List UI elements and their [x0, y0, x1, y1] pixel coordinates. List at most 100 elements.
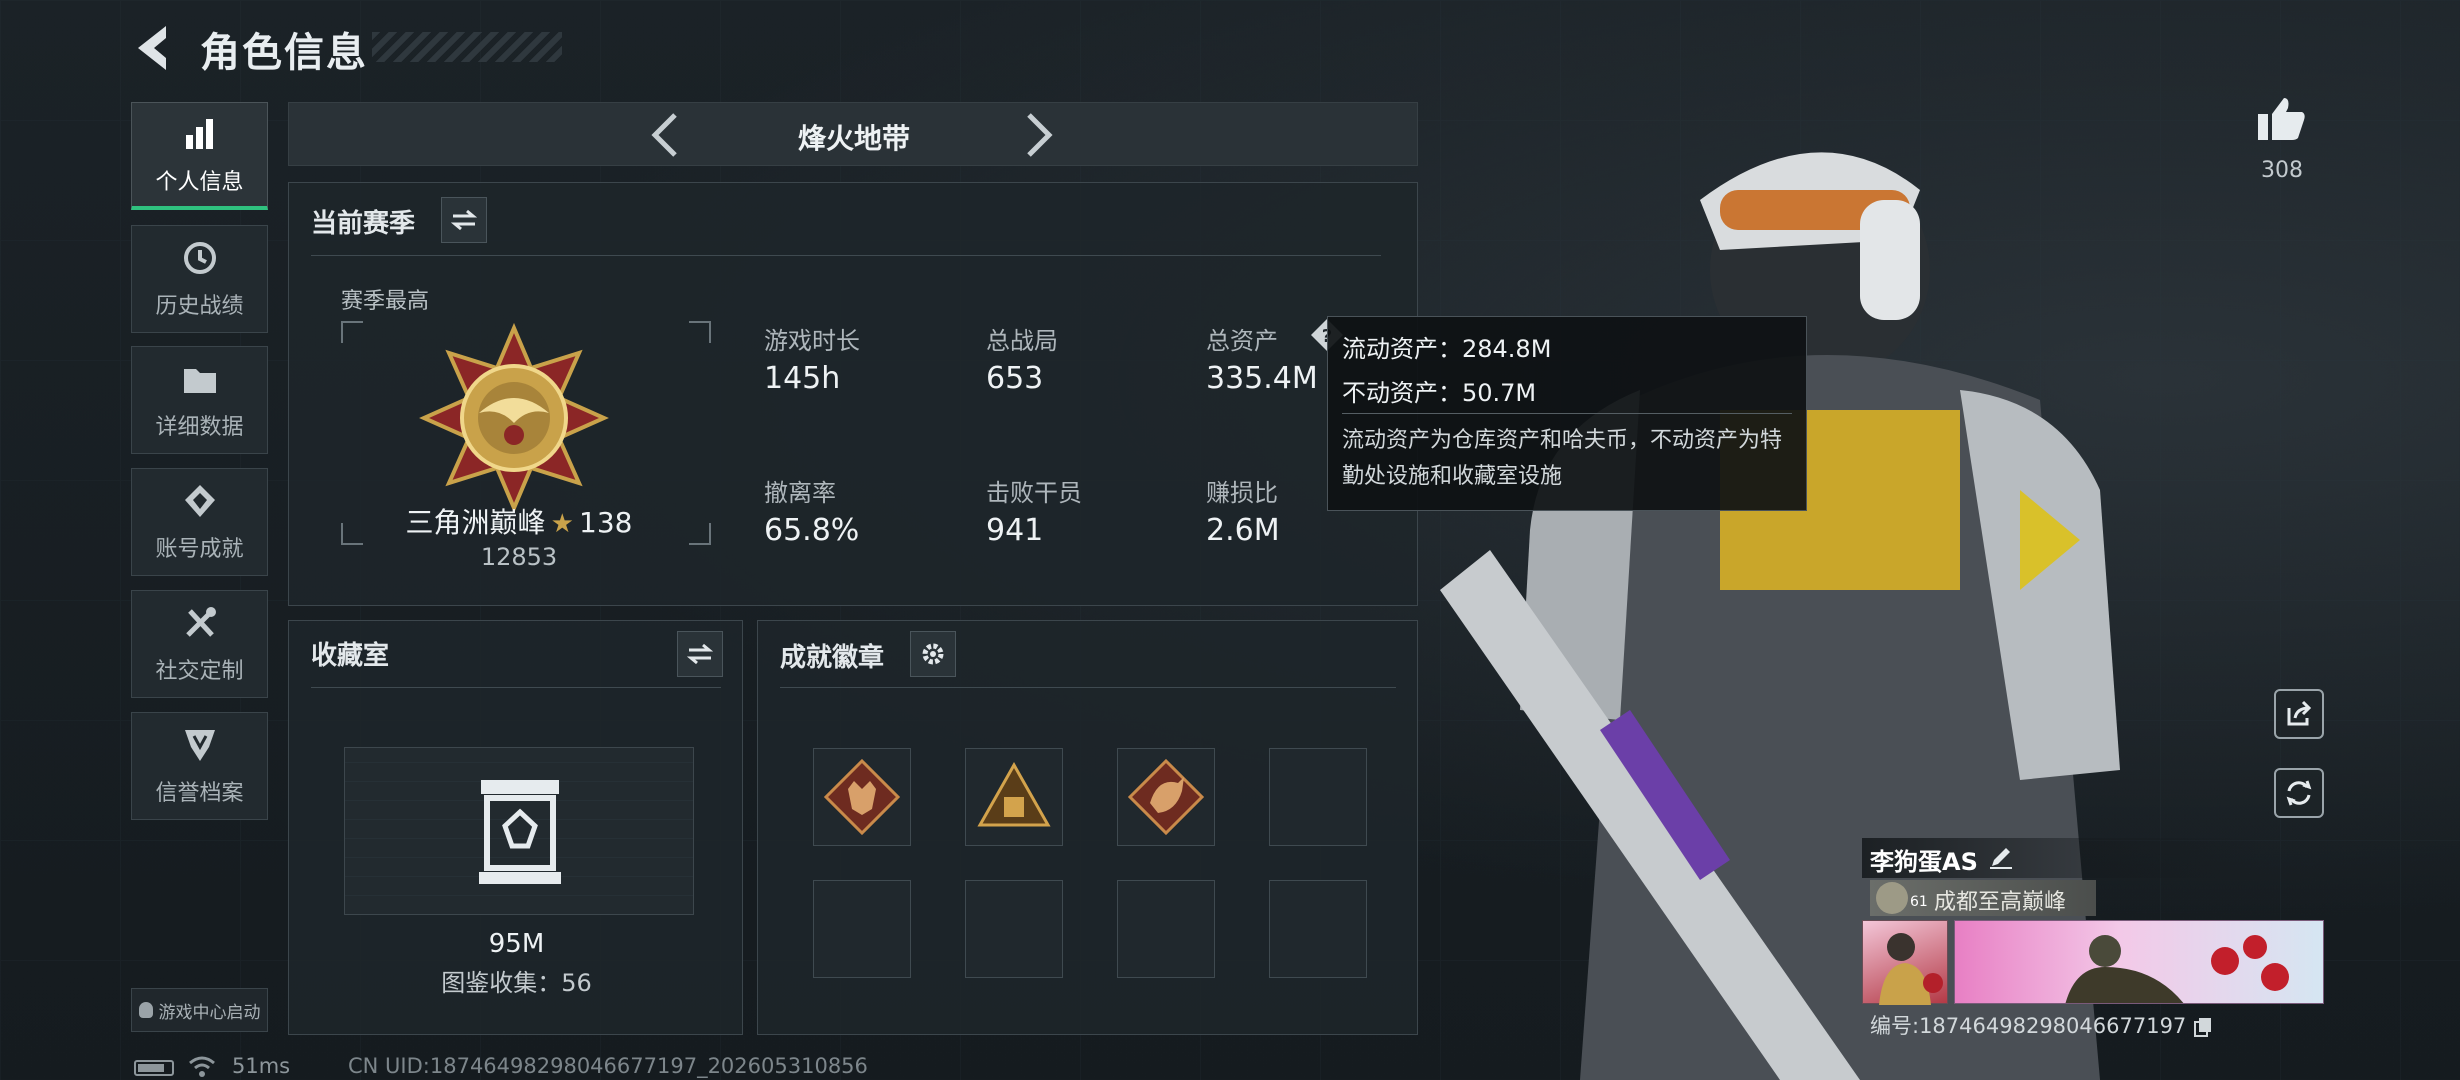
- vault-icon: [479, 780, 561, 884]
- sidebar-item-detailed-data[interactable]: 详细数据: [131, 346, 268, 454]
- stat-label-profit-ratio: 赚损比: [1206, 479, 1278, 507]
- chevron-right-icon: [1027, 113, 1053, 157]
- wifi-icon: [189, 1056, 215, 1077]
- player-name: 李狗蛋AS: [1870, 848, 1978, 876]
- sidebar-item-social[interactable]: 社交定制: [131, 590, 268, 698]
- achievement-panel: 成就徽章: [757, 620, 1418, 1035]
- collection-title: 收藏室: [311, 641, 390, 671]
- thumbs-up-icon: [2258, 98, 2305, 140]
- dragon-badge-icon: [1128, 759, 1204, 835]
- edit-name-icon[interactable]: [1988, 844, 2014, 870]
- player-id-text: 编号:18746498298046677197: [1870, 1014, 2187, 1038]
- frame-corner: [341, 321, 363, 343]
- bar-chart-icon: [180, 114, 220, 154]
- sidebar-item-credit[interactable]: 信誉档案: [131, 712, 268, 820]
- mode-switcher: 烽火地带: [288, 102, 1418, 166]
- stat-value-kills: 941: [986, 513, 1044, 548]
- gear-icon: [922, 643, 944, 665]
- frame-corner: [341, 523, 363, 545]
- folder-icon: [180, 359, 220, 399]
- mode-label: 烽火地带: [797, 122, 910, 155]
- rank-stars: 138: [579, 506, 633, 539]
- like-count: 308: [2261, 158, 2303, 183]
- swap-icon: [451, 209, 477, 231]
- credit-shield-icon: [180, 725, 220, 765]
- star-icon: ★: [550, 509, 574, 539]
- sidebar-item-label: 账号成就: [155, 537, 244, 562]
- ping-value: 51ms: [232, 1054, 291, 1078]
- uid-text: CN UID:18746498298046677197_202605310856: [348, 1054, 868, 1078]
- sidebar-item-label: 信誉档案: [155, 781, 244, 806]
- tools-icon: [180, 603, 220, 643]
- page-title: 角色信息: [200, 30, 368, 76]
- pyramid-badge-icon: [977, 761, 1051, 827]
- season-best-label: 赛季最高: [341, 289, 430, 314]
- back-arrow-icon: [138, 26, 166, 70]
- tooltip-fixed-assets: 不动资产：50.7M: [1342, 379, 1537, 407]
- title-decoration: [372, 32, 562, 62]
- badge-slot[interactable]: [965, 748, 1063, 846]
- season-switch-button[interactable]: [441, 197, 487, 243]
- frame-corner: [689, 523, 711, 545]
- season-title: 当前赛季: [311, 209, 416, 239]
- player-avatar[interactable]: [1862, 920, 1948, 1005]
- empty-badge-slot[interactable]: [965, 880, 1063, 978]
- player-title-bar: 61 成都至高巅峰: [1870, 880, 2096, 916]
- badge-slot[interactable]: [813, 748, 911, 846]
- collection-panel: 收藏室 95M 图鉴收集：56: [288, 620, 743, 1035]
- wolf-badge-icon: [824, 759, 900, 835]
- sidebar-item-history[interactable]: 历史战绩: [131, 225, 268, 333]
- collection-switch-button[interactable]: [677, 631, 723, 677]
- rank-line: 三角洲巅峰 ★ 138: [399, 501, 639, 541]
- refresh-icon: [2286, 780, 2312, 806]
- achievement-title: 成就徽章: [780, 643, 885, 673]
- sidebar-item-label: 社交定制: [155, 659, 244, 684]
- stat-label-extract-rate: 撤离率: [764, 479, 836, 507]
- sidebar-item-label: 历史战绩: [155, 294, 244, 319]
- copy-icon[interactable]: [2193, 1016, 2213, 1038]
- player-name-row: 李狗蛋AS: [1862, 838, 2262, 878]
- level-badge-icon: [1876, 882, 1908, 914]
- refresh-button[interactable]: [2274, 768, 2324, 818]
- stat-label-playtime: 游戏时长: [764, 327, 860, 355]
- season-panel: 当前赛季 赛季最高 三角洲巅峰 ★ 138 12853 游戏时长 145h 总战…: [288, 182, 1418, 606]
- sidebar-item-label: 详细数据: [155, 415, 244, 440]
- badge-slot[interactable]: [1117, 748, 1215, 846]
- divider: [780, 687, 1396, 688]
- qq-icon: [138, 1002, 153, 1018]
- stat-value-matches: 653: [986, 361, 1044, 396]
- assets-tooltip: 流动资产：284.8M 不动资产：50.7M 流动资产为仓库资产和哈夫币，不动资…: [1327, 316, 1807, 511]
- collection-room-preview[interactable]: [344, 747, 694, 915]
- rank-emblem-icon: [419, 322, 609, 517]
- prev-mode-button[interactable]: [649, 111, 681, 163]
- share-button[interactable]: [2274, 689, 2324, 739]
- divider: [311, 255, 1381, 256]
- achievement-settings-button[interactable]: [910, 631, 956, 677]
- empty-badge-slot[interactable]: [1269, 748, 1367, 846]
- rank-score: 12853: [480, 543, 558, 571]
- swap-icon: [687, 643, 713, 665]
- stat-label-kills: 击败干员: [986, 479, 1082, 507]
- achievement-icon: [180, 481, 220, 521]
- next-mode-button[interactable]: [1023, 111, 1055, 163]
- collection-catalog: 图鉴收集：56: [441, 969, 592, 997]
- battery-icon: [134, 1060, 174, 1076]
- empty-badge-slot[interactable]: [813, 880, 911, 978]
- empty-badge-slot[interactable]: [1269, 880, 1367, 978]
- divider: [311, 687, 721, 688]
- back-button[interactable]: [130, 22, 178, 74]
- stat-label-total-assets: 总资产: [1206, 327, 1278, 355]
- frame-corner: [689, 321, 711, 343]
- divider: [1342, 413, 1792, 414]
- sidebar-item-label: 个人信息: [155, 169, 244, 195]
- game-center-button[interactable]: 游戏中心启动: [131, 988, 268, 1032]
- like-button[interactable]: [2256, 96, 2306, 146]
- banner-figure: [2065, 935, 2289, 1003]
- empty-badge-slot[interactable]: [1117, 880, 1215, 978]
- game-center-label: 游戏中心启动: [158, 1002, 261, 1023]
- history-icon: [180, 238, 220, 278]
- stat-value-playtime: 145h: [764, 361, 841, 396]
- sidebar-item-personal-info[interactable]: 个人信息: [131, 102, 268, 210]
- player-banner[interactable]: [1954, 920, 2324, 1004]
- sidebar-item-achievements[interactable]: 账号成就: [131, 468, 268, 576]
